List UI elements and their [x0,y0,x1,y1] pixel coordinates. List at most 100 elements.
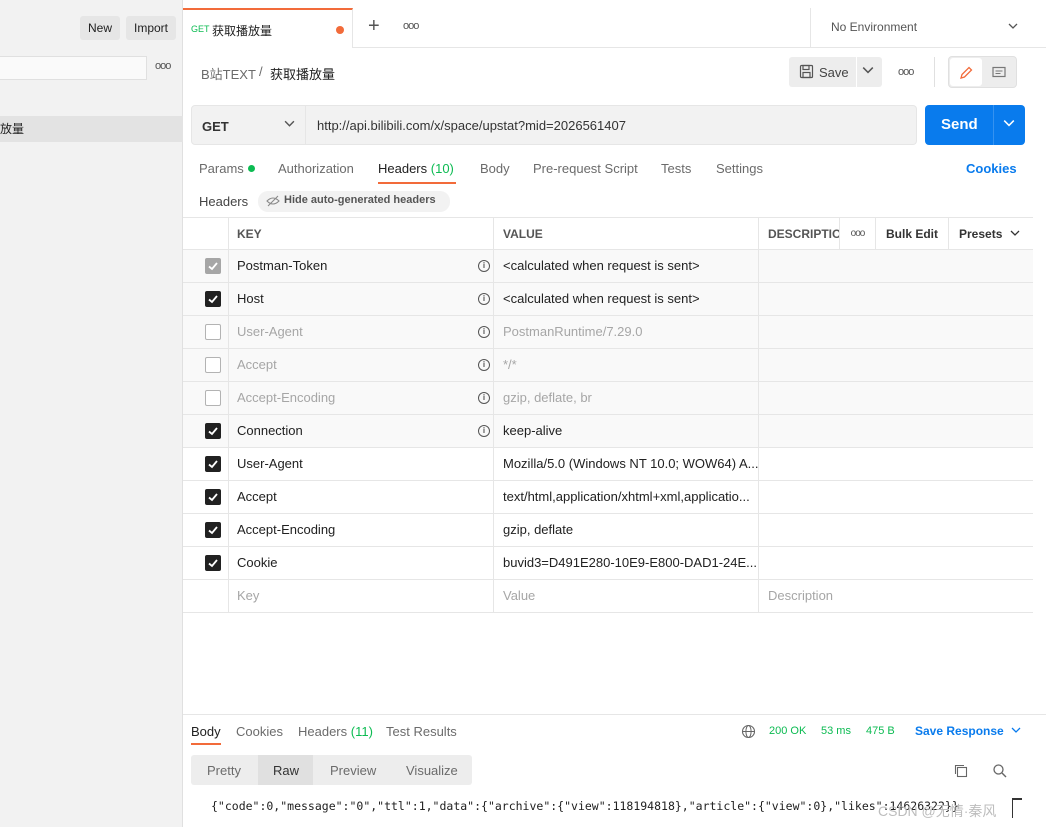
header-key[interactable]: User-Agent [229,316,494,349]
table-row[interactable]: Accept-Encoding i gzip, deflate, br [183,382,1033,415]
table-row[interactable]: Host i <calculated when request is sent> [183,283,1033,316]
send-chevron-icon[interactable] [1003,117,1015,132]
table-row[interactable]: User-Agent Mozilla/5.0 (Windows NT 10.0; … [183,448,1033,481]
header-description[interactable] [759,316,1033,349]
row-checkbox[interactable] [205,291,221,307]
header-key[interactable]: Host [229,283,494,316]
header-value[interactable]: Mozilla/5.0 (Windows NT 10.0; WOW64) A..… [494,448,759,481]
format-preview[interactable]: Preview [330,763,376,778]
header-description[interactable] [759,250,1033,283]
info-icon[interactable]: i [478,392,490,404]
request-tab[interactable]: GET 获取播放量 [183,8,353,48]
header-value[interactable]: gzip, deflate [494,514,759,547]
row-checkbox[interactable] [205,390,221,406]
row-checkbox[interactable] [205,258,221,274]
new-tab-icon[interactable]: + [368,15,380,38]
import-button[interactable]: Import [126,16,177,40]
response-size[interactable]: 475 B [866,725,895,737]
request-options-icon[interactable]: ooo [898,66,914,78]
header-description[interactable] [759,481,1033,514]
hide-auto-headers-button[interactable]: Hide auto-generated headers [258,191,450,212]
header-value[interactable]: PostmanRuntime/7.29.0 [494,316,759,349]
view-toggle[interactable] [948,56,1017,88]
header-value[interactable]: <calculated when request is sent> [494,283,759,316]
tab-params[interactable]: Params [199,161,255,176]
row-checkbox[interactable] [205,456,221,472]
search-icon[interactable] [992,763,1008,782]
response-time[interactable]: 53 ms [821,725,851,737]
response-tab-headers[interactable]: Headers (11) [298,724,373,739]
format-visualize[interactable]: Visualize [406,763,458,778]
environment-select[interactable]: No Environment [810,8,1032,48]
info-icon[interactable]: i [478,260,490,272]
tab-pre-request-script[interactable]: Pre-request Script [533,161,638,176]
header-key[interactable]: Accept-Encoding [229,382,494,415]
status-code[interactable]: 200 OK [769,725,806,737]
table-row[interactable]: Postman-Token i <calculated when request i… [183,250,1033,283]
row-checkbox[interactable] [205,423,221,439]
table-row[interactable]: Cookie buvid3=D491E280-10E9-E800-DAD1-24E… [183,547,1033,580]
url-input[interactable]: http://api.bilibili.com/x/space/upstat?m… [306,105,917,145]
new-description-input[interactable]: Description [759,580,1033,613]
tab-options-icon[interactable]: ooo [403,20,419,32]
save-chevron-icon[interactable] [862,64,874,79]
response-tab-test-results[interactable]: Test Results [386,724,457,739]
table-row-placeholder[interactable]: Key Value Description [183,580,1033,613]
header-key[interactable]: Postman-Token [229,250,494,283]
header-description[interactable] [759,448,1033,481]
header-key[interactable]: Accept-Encoding [229,514,494,547]
info-icon[interactable]: i [478,293,490,305]
globe-icon[interactable] [741,724,756,742]
bulk-edit-button[interactable]: Bulk Edit [876,218,949,251]
info-icon[interactable]: i [478,326,490,338]
tab-settings[interactable]: Settings [716,161,763,176]
header-key[interactable]: Cookie [229,547,494,580]
copy-icon[interactable] [953,763,969,782]
table-row[interactable]: Accept i */* [183,349,1033,382]
tab-body[interactable]: Body [480,161,510,176]
format-raw[interactable]: Raw [273,763,299,778]
format-pretty[interactable]: Pretty [207,763,241,778]
header-description[interactable] [759,283,1033,316]
header-description[interactable] [759,415,1033,448]
row-checkbox[interactable] [205,555,221,571]
header-value[interactable]: text/html,application/xhtml+xml,applicat… [494,481,759,514]
method-select[interactable]: GET [191,105,306,145]
header-key[interactable]: Accept [229,481,494,514]
row-checkbox[interactable] [205,357,221,373]
table-row[interactable]: Accept-Encoding gzip, deflate [183,514,1033,547]
sidebar-item-request[interactable]: 放量 [0,116,183,142]
row-checkbox[interactable] [205,522,221,538]
cookies-link[interactable]: Cookies [966,161,1017,176]
save-button[interactable]: Save [789,57,882,87]
tab-headers[interactable]: Headers (10) [378,161,454,176]
tab-authorization[interactable]: Authorization [278,161,354,176]
breadcrumb-collection[interactable]: B站TEXT [201,64,256,83]
header-description[interactable] [759,382,1033,415]
new-value-input[interactable]: Value [494,580,759,613]
header-value[interactable]: <calculated when request is sent> [494,250,759,283]
header-value[interactable]: keep-alive [494,415,759,448]
table-row[interactable]: Accept text/html,application/xhtml+xml,ap… [183,481,1033,514]
send-button[interactable]: Send [925,105,1025,145]
header-value[interactable]: buvid3=D491E280-10E9-E800-DAD1-24E... [494,547,759,580]
response-tab-cookies[interactable]: Cookies [236,724,283,739]
row-checkbox[interactable] [205,324,221,340]
save-response-button[interactable]: Save Response [915,724,1021,738]
more-options-icon[interactable]: ooo [155,60,171,72]
info-icon[interactable]: i [478,425,490,437]
header-key[interactable]: Accept [229,349,494,382]
table-row[interactable]: Connection i keep-alive [183,415,1033,448]
sidebar-search-input[interactable] [0,56,147,80]
header-description[interactable] [759,349,1033,382]
new-key-input[interactable]: Key [229,580,494,613]
header-key[interactable]: Connection [229,415,494,448]
info-icon[interactable]: i [478,359,490,371]
header-value[interactable]: gzip, deflate, br [494,382,759,415]
edit-mode-button[interactable] [950,58,982,86]
column-options-icon[interactable]: ooo [839,218,876,251]
header-value[interactable]: */* [494,349,759,382]
breadcrumb-request[interactable]: 获取播放量 [270,64,335,83]
tab-tests[interactable]: Tests [661,161,691,176]
response-tab-body[interactable]: Body [191,724,221,739]
